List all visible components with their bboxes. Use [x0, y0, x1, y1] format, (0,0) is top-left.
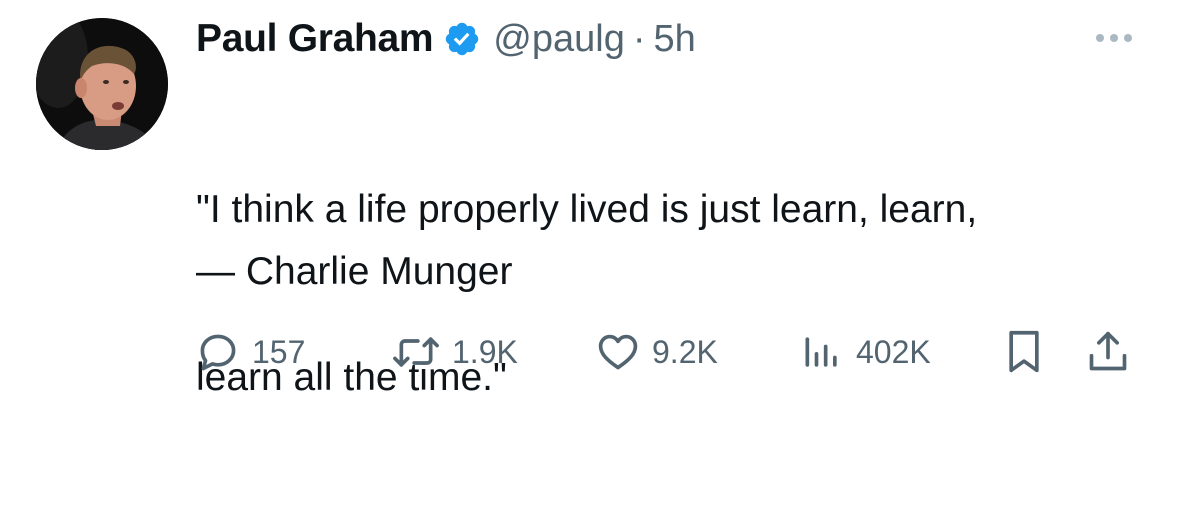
share-icon: [1089, 331, 1127, 371]
reply-icon: [200, 334, 236, 371]
bookmark-button[interactable]: [1002, 328, 1046, 376]
more-icon[interactable]: [1090, 24, 1138, 52]
views-button[interactable]: 402K: [800, 328, 931, 376]
handle[interactable]: @paulg: [493, 18, 625, 61]
tweet: Paul Graham @paulg · 5h "I think a life …: [0, 0, 1179, 404]
retweet-icon: [393, 337, 439, 367]
reply-button[interactable]: 157: [196, 328, 305, 376]
like-button[interactable]: 9.2K: [596, 328, 718, 376]
quote-line: "I think a life properly lived is just l…: [196, 188, 978, 231]
avatar-photo: [36, 18, 168, 150]
retweet-button[interactable]: 1.9K: [392, 328, 518, 376]
heart-icon: [598, 334, 638, 370]
quote-attribution: — Charlie Munger: [196, 250, 513, 293]
views-icon: [805, 337, 837, 367]
avatar[interactable]: [36, 18, 168, 150]
display-name[interactable]: Paul Graham: [196, 17, 434, 61]
separator-dot: ·: [632, 17, 646, 60]
share-button[interactable]: [1086, 328, 1130, 376]
reply-count: 157: [252, 333, 306, 370]
retweet-count: 1.9K: [452, 333, 518, 370]
verified-badge-icon: [443, 20, 481, 58]
bookmark-icon: [1009, 330, 1039, 373]
timestamp[interactable]: 5h: [654, 18, 696, 61]
action-bar: 157 1.9K 9.2K 402K: [196, 328, 1136, 376]
tweet-header: Paul Graham @paulg · 5h: [196, 14, 696, 64]
views-count: 402K: [856, 333, 931, 370]
like-count: 9.2K: [652, 333, 718, 370]
